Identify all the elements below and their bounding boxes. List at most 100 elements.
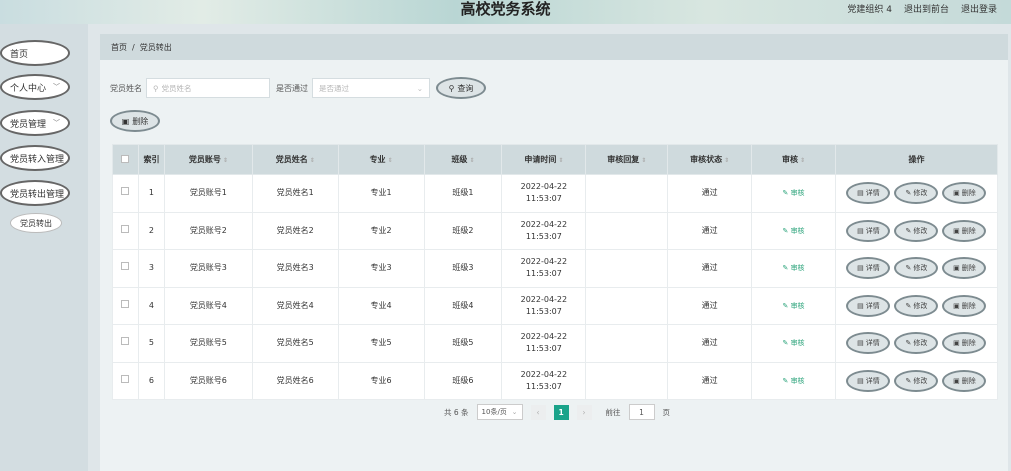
row-select-cell[interactable]	[112, 174, 139, 213]
major-cell: 专业2	[337, 211, 425, 250]
row-checkbox[interactable]	[121, 187, 130, 196]
pass-status-select[interactable]: 是否通过 ⌄	[312, 78, 430, 98]
name-cell: 党员姓名5	[251, 324, 339, 363]
batch-delete-button[interactable]: ▣ 删除	[110, 110, 160, 132]
select-all-checkbox[interactable]	[121, 154, 130, 163]
detail-button[interactable]: ▤ 详情	[846, 369, 891, 392]
reply-cell	[585, 211, 669, 250]
audit-cell: ✎ 审核	[751, 174, 836, 213]
index-cell: 1	[137, 174, 165, 213]
row-checkbox[interactable]	[121, 374, 130, 383]
chevron-down-icon: ﹀	[53, 119, 60, 127]
row-checkbox[interactable]	[121, 224, 130, 233]
logout-link[interactable]: 退出登录	[961, 2, 997, 15]
goto-page-input[interactable]: 1	[628, 404, 655, 420]
sidebar-subitem-transfer-out[interactable]: 党员转出	[10, 213, 62, 233]
sidebar: 首页 个人中心 ﹀ 党员管理 ﹀ 党员转入管理 党员转出管理 党员转出	[0, 24, 88, 471]
edit-button[interactable]: ✎ 修改	[894, 219, 939, 242]
col-reply[interactable]: 审核回复 ⇕	[585, 144, 669, 175]
detail-button[interactable]: ▤ 详情	[846, 294, 891, 317]
sort-icon[interactable]: ⇕	[469, 157, 474, 164]
row-select-cell[interactable]	[112, 249, 139, 288]
row-checkbox[interactable]	[121, 262, 130, 271]
pencil-icon: ✎	[905, 339, 912, 348]
edit-button-label: 修改	[913, 264, 928, 273]
select-all-header[interactable]	[112, 144, 139, 175]
trash-icon: ▣	[953, 189, 960, 198]
audit-link[interactable]: ✎ 审核	[782, 302, 804, 310]
audit-link[interactable]: ✎ 审核	[782, 264, 804, 272]
row-select-cell[interactable]	[112, 324, 139, 363]
sidebar-item-profile[interactable]: 个人中心 ﹀	[0, 74, 70, 100]
edit-button[interactable]: ✎ 修改	[894, 294, 939, 317]
audit-link[interactable]: ✎ 审核	[782, 189, 804, 197]
page-unit: 页	[662, 407, 671, 417]
delete-button[interactable]: ▣ 删除	[942, 369, 987, 392]
delete-button[interactable]: ▣ 删除	[942, 257, 987, 280]
back-to-front-link[interactable]: 退出到前台	[904, 2, 949, 15]
sidebar-item-label: 个人中心	[10, 83, 47, 94]
sidebar-item-label: 首页	[10, 49, 29, 60]
sort-icon[interactable]: ⇕	[310, 157, 315, 164]
sort-icon[interactable]: ⇕	[388, 157, 393, 164]
time-cell: 2022-04-22 11:53:07	[501, 286, 587, 325]
name-search-input[interactable]: ⚲ 党员姓名	[146, 78, 270, 98]
col-status[interactable]: 审核状态 ⇕	[667, 144, 753, 175]
col-time[interactable]: 申请时间 ⇕	[501, 144, 587, 175]
col-audit[interactable]: 审核 ⇕	[751, 144, 836, 175]
audit-link[interactable]: ✎ 审核	[782, 377, 804, 385]
pagination: 共 6 条 10条/页 ⌄ ‹ 1 › 前往 1 页	[444, 404, 670, 420]
sidebar-item-member-management[interactable]: 党员管理 ﹀	[0, 110, 70, 136]
search-bar: 党员姓名 ⚲ 党员姓名 是否通过 是否通过 ⌄ ⚲ 查询	[110, 77, 486, 99]
detail-button-label: 详情	[865, 226, 880, 235]
page-size-select[interactable]: 10条/页 ⌄	[476, 404, 523, 420]
audit-link[interactable]: ✎ 审核	[782, 227, 804, 235]
edit-button[interactable]: ✎ 修改	[894, 182, 939, 205]
breadcrumb-home[interactable]: 首页	[111, 42, 127, 53]
page-number-current[interactable]: 1	[553, 404, 569, 420]
col-class[interactable]: 班级 ⇕	[423, 144, 503, 175]
row-select-cell[interactable]	[112, 361, 139, 400]
transfer-out-table: 索引 党员账号 ⇕ 党员姓名 ⇕ 专业 ⇕ 班级 ⇕ 申请时间 ⇕ 审核回复 ⇕ 审核状态 ⇕…	[112, 144, 999, 400]
index-cell: 4	[137, 286, 165, 325]
sort-icon[interactable]: ⇕	[558, 157, 563, 164]
sidebar-item-transfer-out[interactable]: 党员转出管理	[0, 180, 70, 206]
edit-button[interactable]: ✎ 修改	[894, 369, 939, 392]
sidebar-item-label: 党员转出管理	[10, 189, 65, 200]
row-select-cell[interactable]	[112, 286, 139, 325]
sort-icon[interactable]: ⇕	[800, 157, 805, 164]
sort-icon[interactable]: ⇕	[223, 157, 228, 164]
sidebar-item-transfer-in[interactable]: 党员转入管理	[0, 145, 70, 171]
delete-button[interactable]: ▣ 删除	[942, 219, 987, 242]
col-name[interactable]: 党员姓名 ⇕	[251, 144, 339, 175]
detail-button-label: 详情	[865, 301, 880, 310]
detail-button[interactable]: ▤ 详情	[846, 219, 891, 242]
sort-icon[interactable]: ⇕	[641, 157, 646, 164]
sidebar-item-home[interactable]: 首页	[0, 40, 70, 66]
delete-button[interactable]: ▣ 删除	[942, 182, 987, 205]
row-select-cell[interactable]	[112, 211, 139, 250]
edit-button[interactable]: ✎ 修改	[894, 332, 939, 355]
detail-icon: ▤	[857, 376, 864, 385]
prev-page-button[interactable]: ‹	[530, 404, 546, 420]
next-page-button[interactable]: ›	[576, 404, 592, 420]
detail-button[interactable]: ▤ 详情	[846, 332, 891, 355]
delete-button[interactable]: ▣ 删除	[942, 332, 987, 355]
detail-button[interactable]: ▤ 详情	[846, 182, 891, 205]
delete-button[interactable]: ▣ 删除	[942, 294, 987, 317]
chevron-left-icon: ‹	[536, 407, 540, 417]
edit-button-label: 修改	[913, 189, 928, 198]
edit-button[interactable]: ✎ 修改	[894, 257, 939, 280]
sort-icon[interactable]: ⇕	[724, 157, 729, 164]
col-account[interactable]: 党员账号 ⇕	[163, 144, 253, 175]
row-checkbox[interactable]	[121, 337, 130, 346]
detail-icon: ▤	[857, 301, 864, 310]
page-size-value: 10条/页	[481, 408, 507, 416]
detail-button[interactable]: ▤ 详情	[846, 257, 891, 280]
col-major[interactable]: 专业 ⇕	[337, 144, 425, 175]
reply-cell	[585, 361, 669, 400]
query-button[interactable]: ⚲ 查询	[436, 77, 486, 99]
table-row: 6 党员账号6 党员姓名6 专业6 班级6 2022-04-22 11:53:07 通过 ✎ …	[112, 361, 999, 400]
row-checkbox[interactable]	[121, 299, 130, 308]
audit-link[interactable]: ✎ 审核	[782, 339, 804, 347]
